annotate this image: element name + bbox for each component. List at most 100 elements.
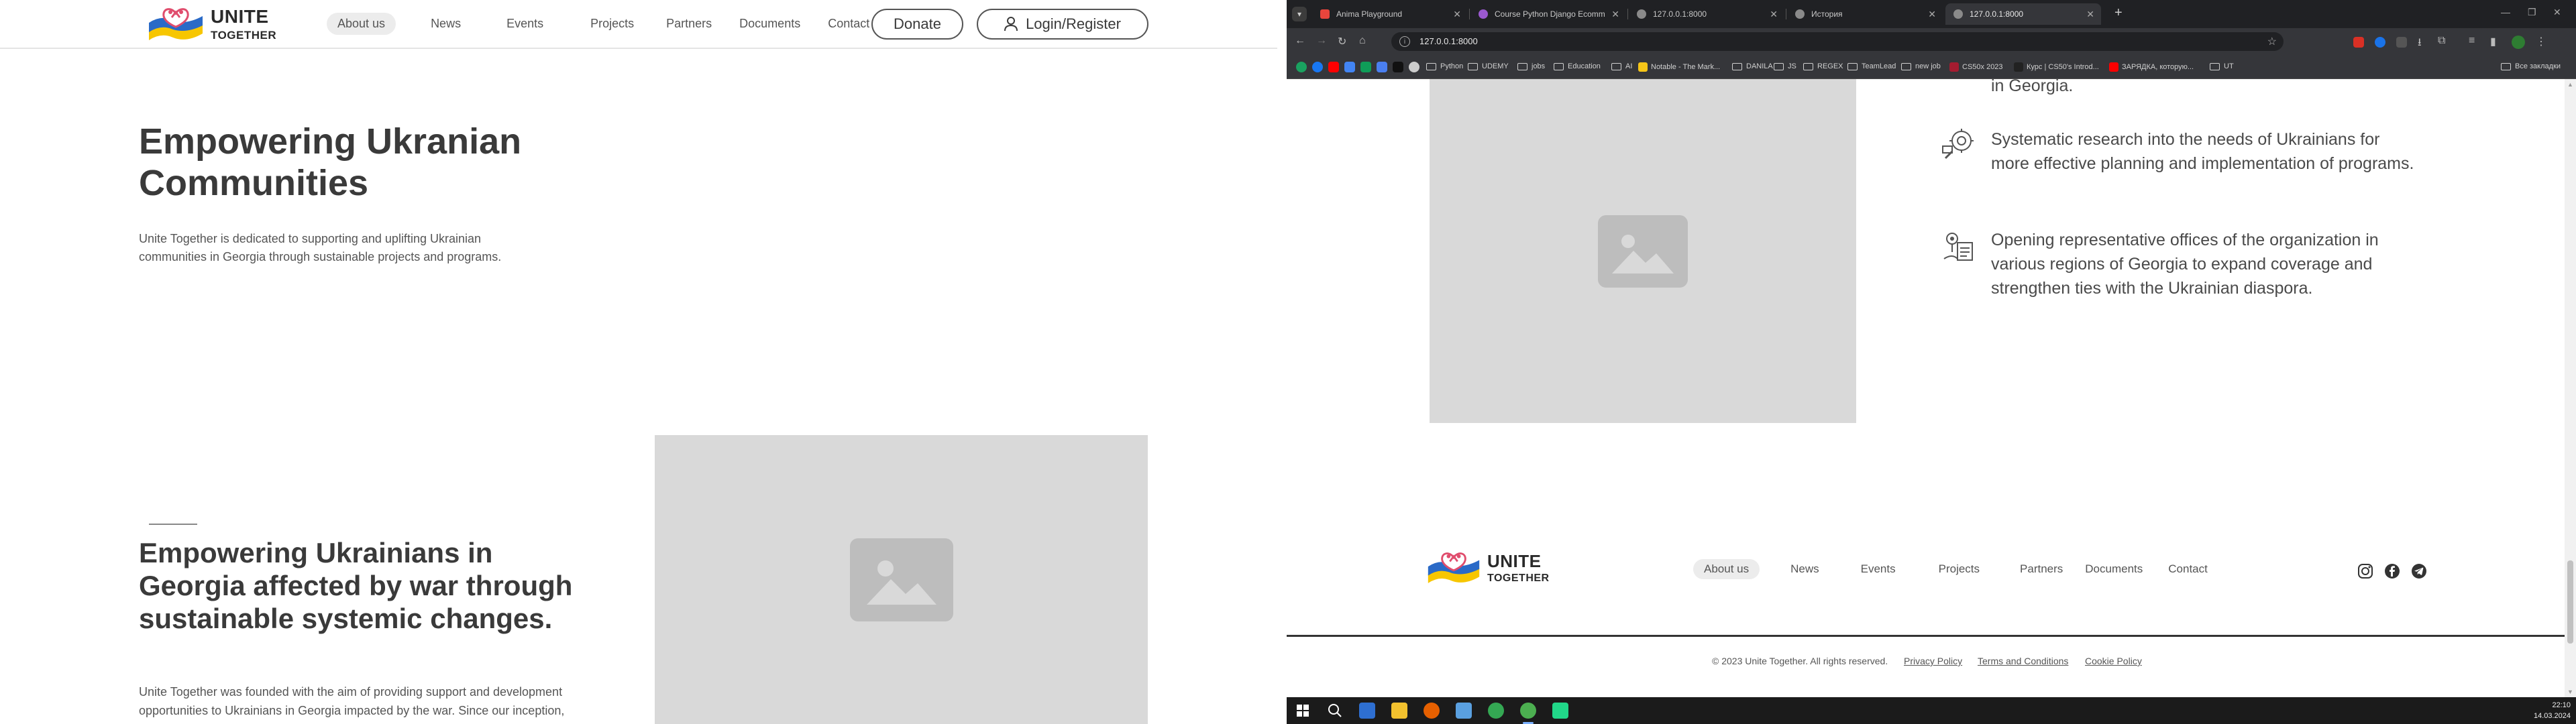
bookmark-python[interactable]: Python — [1426, 62, 1463, 70]
terms-link[interactable]: Terms and Conditions — [1978, 656, 2068, 666]
footer-nav-partners[interactable]: Partners — [2009, 559, 2074, 579]
instagram-icon[interactable] — [2357, 563, 2373, 579]
all-bookmarks[interactable]: Все закладки — [2501, 62, 2561, 70]
address-bar[interactable]: i 127.0.0.1:8000 ☆ — [1391, 32, 2284, 51]
tab-close-icon[interactable]: ✕ — [1770, 9, 1778, 20]
side-panel-icon[interactable]: ▮ — [2490, 35, 2496, 48]
tab-history[interactable]: История ✕ — [1787, 3, 1943, 25]
privacy-policy-link[interactable]: Privacy Policy — [1904, 656, 1962, 666]
right-scrollbar[interactable]: ▲ ▼ — [2565, 79, 2576, 697]
telegram-icon[interactable] — [2411, 563, 2427, 579]
maps-bookmark-icon[interactable] — [1344, 62, 1355, 72]
menu-icon[interactable]: ⋮ — [2536, 35, 2546, 48]
page-viewport: in Georgia. Systematic research into the… — [1287, 79, 2576, 697]
back-icon[interactable]: ← — [1295, 35, 1305, 47]
bookmark-ut[interactable]: UT — [2210, 62, 2234, 70]
footer-nav-contact[interactable]: Contact — [2157, 559, 2218, 579]
facebook-bookmark-icon[interactable] — [1312, 62, 1323, 72]
tab-localhost-1[interactable]: 127.0.0.1:8000 ✕ — [1629, 3, 1784, 25]
bookmark-ai[interactable]: AI — [1611, 62, 1632, 70]
footer-logo[interactable]: UNITE TOGETHER — [1426, 548, 1550, 587]
restore-icon[interactable]: ❐ — [2528, 7, 2536, 18]
tab-close-icon[interactable]: ✕ — [1928, 9, 1936, 20]
footer-nav-about-us[interactable]: About us — [1693, 559, 1760, 579]
site-logo[interactable]: UNITE TOGETHER — [146, 4, 276, 44]
tab-close-icon[interactable]: ✕ — [2086, 9, 2094, 20]
donate-button[interactable]: Donate — [871, 9, 963, 40]
profile-avatar[interactable] — [2512, 36, 2525, 49]
tab-search-icon[interactable]: ▾ — [1292, 7, 1307, 21]
section-description: Unite Together was founded with the aim … — [139, 685, 565, 717]
download-icon[interactable]: ⭳ — [2418, 35, 2422, 53]
scroll-down-icon[interactable]: ▼ — [2567, 688, 2573, 695]
forward-icon[interactable]: → — [1316, 35, 1327, 47]
youtube-bookmark-icon[interactable] — [1328, 62, 1339, 72]
nav-partners[interactable]: Partners — [655, 13, 722, 35]
tab-course-django[interactable]: Course Python Django Ecomm ✕ — [1470, 3, 1626, 25]
footer-nav-news[interactable]: News — [1780, 559, 1830, 579]
bookmark-danila[interactable]: DANILA — [1732, 62, 1773, 70]
github-bookmark-icon[interactable] — [1409, 62, 1419, 72]
footer-nav-documents[interactable]: Documents — [2074, 559, 2153, 579]
extension-gray-icon[interactable] — [2396, 37, 2407, 48]
extension-adblock-icon[interactable] — [2353, 37, 2364, 48]
bookmark-cs50-course[interactable]: Курс | CS50's Introd... — [2014, 62, 2099, 72]
address-bar-url: 127.0.0.1:8000 — [1419, 36, 1478, 46]
system-clock[interactable]: 22:10 14.03.2024 — [2534, 700, 2571, 721]
bookmark-zaryadka[interactable]: ЗАРЯДКА, которую... — [2109, 62, 2194, 72]
firefox-icon[interactable] — [1424, 703, 1440, 719]
bookmark-teamlead[interactable]: TeamLead — [1847, 62, 1896, 70]
bookmark-jobs[interactable]: jobs — [1517, 62, 1545, 70]
nav-projects[interactable]: Projects — [580, 13, 645, 35]
tab-localhost-active[interactable]: 127.0.0.1:8000 ✕ — [1945, 3, 2101, 25]
extension-blue-icon[interactable] — [2375, 37, 2385, 48]
scroll-up-icon[interactable]: ▲ — [2567, 81, 2573, 88]
file-explorer-icon[interactable] — [1391, 703, 1407, 719]
tab-close-icon[interactable]: ✕ — [1453, 9, 1461, 20]
bookmark-star-icon[interactable]: ☆ — [2267, 35, 2277, 48]
bookmark-cs50x[interactable]: CS50x 2023 — [1949, 62, 2003, 72]
nav-events[interactable]: Events — [496, 13, 554, 35]
site-info-icon[interactable]: i — [1399, 36, 1410, 47]
home-icon[interactable]: ⌂ — [1359, 35, 1366, 47]
telegram-app-icon[interactable] — [1359, 703, 1375, 719]
chrome-active-icon[interactable] — [1520, 703, 1536, 719]
minimize-icon[interactable]: — — [2501, 7, 2510, 17]
nav-about-us[interactable]: About us — [327, 13, 396, 35]
media-icon[interactable]: ≡ — [2469, 35, 2475, 47]
bookmark-udemy[interactable]: UDEMY — [1468, 62, 1509, 70]
footer-nav-events[interactable]: Events — [1850, 559, 1907, 579]
new-tab-icon[interactable]: + — [2114, 5, 2123, 21]
chrome-icon[interactable] — [1488, 703, 1504, 719]
bookmark-education[interactable]: Education — [1554, 62, 1601, 70]
dev-bookmark-icon[interactable] — [1393, 62, 1403, 72]
search-icon[interactable] — [1327, 703, 1343, 719]
windows-start-icon[interactable] — [1295, 703, 1311, 719]
facebook-icon[interactable] — [2384, 563, 2400, 579]
pycharm-icon[interactable] — [1552, 703, 1568, 719]
right-scrollbar-thumb[interactable] — [2567, 560, 2573, 644]
tab-title: История — [1811, 9, 1843, 19]
nav-documents[interactable]: Documents — [729, 13, 811, 35]
cookie-policy-link[interactable]: Cookie Policy — [2085, 656, 2142, 666]
reload-icon[interactable]: ↻ — [1338, 35, 1346, 48]
folder-icon — [1774, 62, 1784, 70]
bookmark-regex[interactable]: REGEX — [1803, 62, 1843, 70]
translate-bookmark-icon[interactable] — [1377, 62, 1387, 72]
bookmark-notable[interactable]: Notable - The Mark... — [1638, 62, 1720, 72]
login-register-button[interactable]: Login/Register — [977, 9, 1148, 40]
sheets-bookmark-icon[interactable] — [1360, 62, 1371, 72]
bookmark-js[interactable]: JS — [1774, 62, 1796, 70]
right-browser-window: ▾ Anima Playground ✕ Course Python Djang… — [1287, 0, 2576, 724]
tab-close-icon[interactable]: ✕ — [1611, 9, 1619, 20]
calculator-app-icon[interactable] — [1456, 703, 1472, 719]
footer-nav-projects[interactable]: Projects — [1928, 559, 1990, 579]
tab-anima-playground[interactable]: Anima Playground ✕ — [1312, 3, 1468, 25]
bookmark-icon-1[interactable] — [1296, 62, 1307, 72]
nav-news[interactable]: News — [420, 13, 472, 35]
close-window-icon[interactable]: ✕ — [2553, 7, 2561, 18]
bookmark-new-job[interactable]: new job — [1901, 62, 1941, 70]
youtube-icon — [2109, 62, 2118, 72]
hero-description: Unite Together is dedicated to supportin… — [139, 232, 502, 263]
extensions-icon[interactable]: ⧉ — [2438, 35, 2445, 47]
